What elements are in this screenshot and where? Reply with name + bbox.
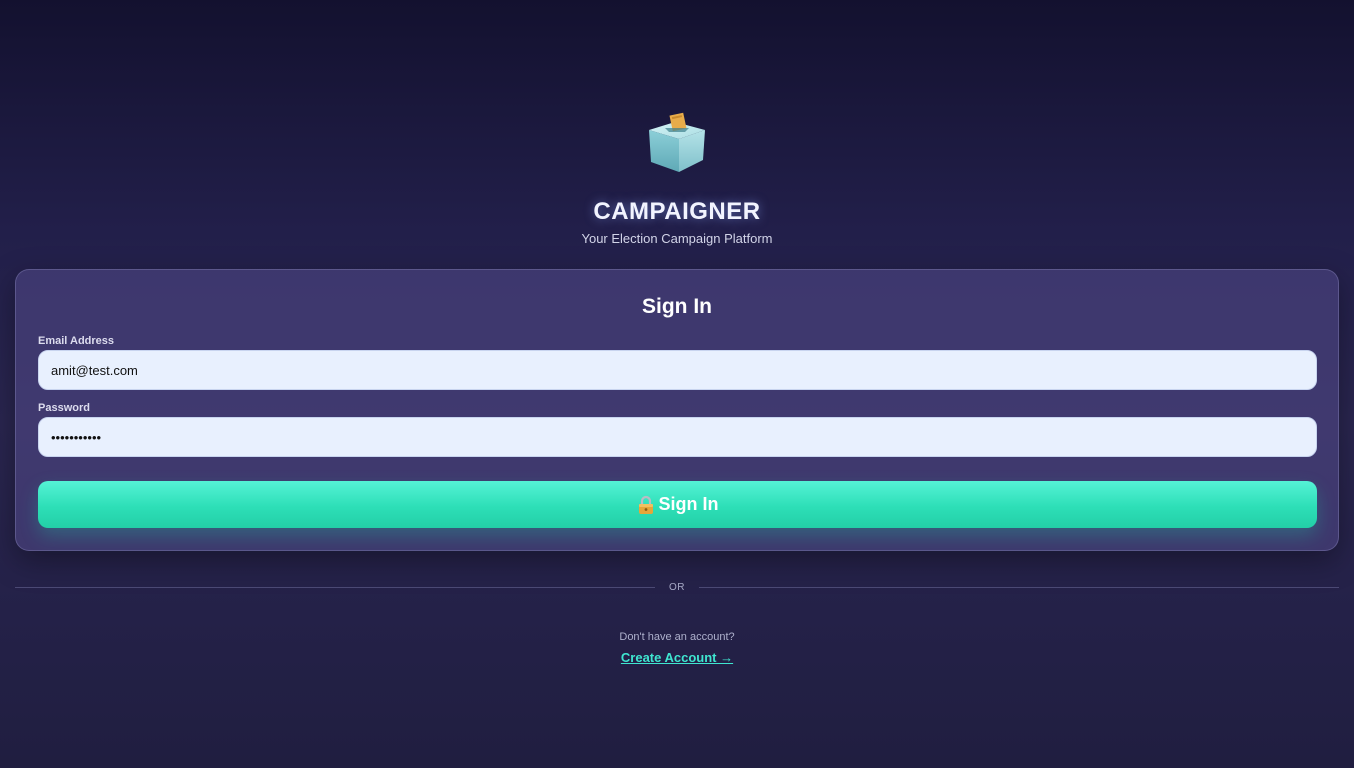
- divider-line-right: [699, 586, 1339, 588]
- app-header: CAMPAIGNER Your Election Campaign Platfo…: [0, 110, 1354, 247]
- email-label: Email Address: [38, 335, 115, 347]
- app-title: CAMPAIGNER: [593, 198, 761, 225]
- create-account-link[interactable]: Create Account →: [621, 650, 733, 665]
- sign-in-button-label: Sign In: [658, 494, 719, 514]
- password-label: Password: [38, 402, 90, 414]
- divider-line-left: [15, 586, 655, 588]
- sign-in-card: Sign In Email Address Password Sign In: [15, 269, 1339, 551]
- divider-text: OR: [669, 581, 685, 593]
- email-field[interactable]: [38, 350, 1317, 390]
- create-account-wrapper: Create Account →: [0, 650, 1354, 666]
- or-divider: OR: [15, 580, 1339, 594]
- card-title: Sign In: [642, 295, 712, 318]
- sign-in-button[interactable]: Sign In: [38, 481, 1317, 528]
- ballot-box-icon: [649, 112, 705, 172]
- lock-icon: [638, 495, 653, 514]
- signup-prompt: Don't have an account?: [619, 631, 735, 643]
- app-subtitle: Your Election Campaign Platform: [581, 231, 773, 246]
- password-field[interactable]: [38, 417, 1317, 457]
